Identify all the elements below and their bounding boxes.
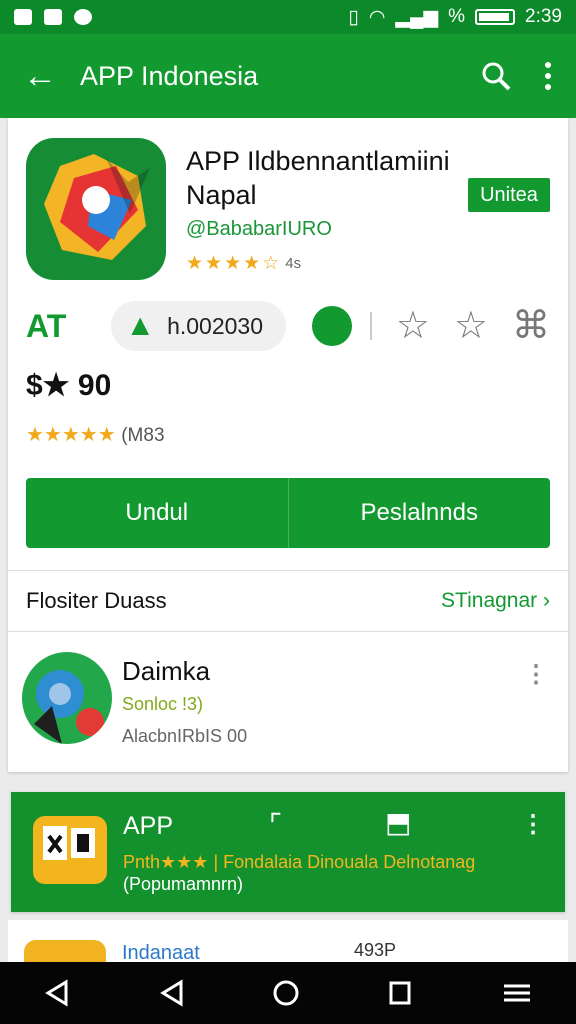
- search-icon[interactable]: [480, 60, 512, 92]
- thumbs-up-icon: ▲: [125, 309, 156, 342]
- back-triangle-icon[interactable]: [157, 978, 187, 1008]
- more-vertical-icon[interactable]: [544, 61, 552, 91]
- app-name: APP Ildbennantlamiini Napal: [186, 146, 450, 210]
- list-rating: Sonloc !3): [122, 694, 204, 714]
- badge-icon[interactable]: ⬒: [385, 806, 411, 839]
- status-bar: ▯ ◠ ▂▄▆ % 2:39: [0, 0, 576, 34]
- star-icon: ★: [186, 253, 204, 274]
- app-icon: [26, 138, 166, 280]
- bookmark-icon[interactable]: ⌘: [512, 306, 550, 346]
- home-icon[interactable]: [271, 978, 301, 1008]
- wifi-icon: ◠: [368, 6, 386, 28]
- divider: [369, 312, 372, 340]
- rating-stars: ★★★★★ (M83: [26, 424, 165, 446]
- menu-icon[interactable]: [500, 978, 534, 1008]
- partial-time: 493P: [354, 940, 397, 960]
- see-more-link[interactable]: STinagnar ›: [441, 589, 550, 613]
- list-detail: AlacbnIRbIS 00: [122, 726, 248, 746]
- promo-subtitle: (Popumamnrn): [123, 874, 244, 894]
- recent-apps-icon[interactable]: [385, 978, 415, 1008]
- battery-icon: [475, 9, 516, 25]
- partial-title: Indanaat: [122, 942, 200, 962]
- star-icon: ★: [205, 253, 223, 274]
- promo-app-icon: [33, 816, 107, 884]
- section-title: Flositer Duass: [26, 588, 167, 613]
- more-vertical-icon[interactable]: ⋮: [524, 660, 548, 689]
- signal-icon: ▂▄▆: [395, 6, 439, 28]
- action-buttons: Undul Peslalnnds: [26, 478, 550, 548]
- promo-description: Pnth★★★ | Fondalaia Dinouala Delnotanag: [123, 852, 476, 872]
- system-status: ▯ ◠ ▂▄▆ % 2:39: [348, 6, 562, 29]
- app-header: APP Ildbennantlamiini Napal @BababarIURO…: [26, 138, 550, 282]
- vibrate-icon: ▯: [348, 6, 359, 28]
- signal-label: %: [448, 6, 466, 27]
- navigation-bar: [0, 962, 576, 1024]
- favorite-star-icon[interactable]: ☆: [454, 306, 488, 346]
- star-outline-icon: ☆: [262, 253, 280, 274]
- rating-summary: $★ 90: [26, 369, 112, 402]
- install-button[interactable]: Undul: [26, 478, 289, 548]
- similar-apps-header: Flositer Duass STinagnar ›: [8, 570, 568, 632]
- developer-name[interactable]: @BababarIURO: [186, 218, 332, 241]
- image-icon: [44, 9, 62, 25]
- star-icon: ★: [224, 253, 242, 274]
- back-triangle-icon[interactable]: [42, 978, 72, 1008]
- details-button[interactable]: Peslalnnds: [289, 478, 551, 548]
- app-bar: ← APP Indonesia: [0, 34, 576, 118]
- small-rating: ★ ★ ★ ★ ☆ 4s: [186, 253, 302, 274]
- list-item[interactable]: Daimka Sonloc !3) AlacbnIRbIS 00 ⋮: [22, 650, 554, 750]
- favorite-star-icon[interactable]: ☆: [396, 306, 430, 346]
- install-badge[interactable]: Unitea: [468, 178, 550, 212]
- promo-title: APP: [123, 812, 174, 840]
- chat-icon[interactable]: ⌜: [269, 808, 282, 841]
- list-title: Daimka: [122, 656, 211, 686]
- list-app-icon: [22, 652, 112, 744]
- notification-icons: [14, 9, 92, 25]
- back-arrow-icon[interactable]: ←: [0, 34, 80, 118]
- app-meta-row: AT ▲ h.002030 ☆ ☆ ⌘: [26, 298, 550, 354]
- star-icon: ★: [243, 253, 261, 274]
- age-rating-icon: AT: [26, 307, 67, 344]
- promo-card[interactable]: APP ⌜ ⬒ ⋮ Pnth★★★ | Fondalaia Dinouala D…: [11, 792, 565, 912]
- app-bar-title: APP Indonesia: [80, 60, 259, 91]
- photo-icon: [14, 9, 32, 25]
- category-icon[interactable]: [312, 306, 352, 346]
- partial-app-icon: [24, 940, 106, 962]
- clock: 2:39: [525, 6, 562, 27]
- app-details-card: APP Ildbennantlamiini Napal @BababarIURO…: [8, 118, 568, 772]
- partial-list-item[interactable]: Indanaat 493P: [8, 920, 568, 962]
- downloads-pill[interactable]: ▲ h.002030: [111, 301, 287, 351]
- more-vertical-icon[interactable]: ⋮: [521, 810, 545, 839]
- circle-icon: [74, 9, 92, 25]
